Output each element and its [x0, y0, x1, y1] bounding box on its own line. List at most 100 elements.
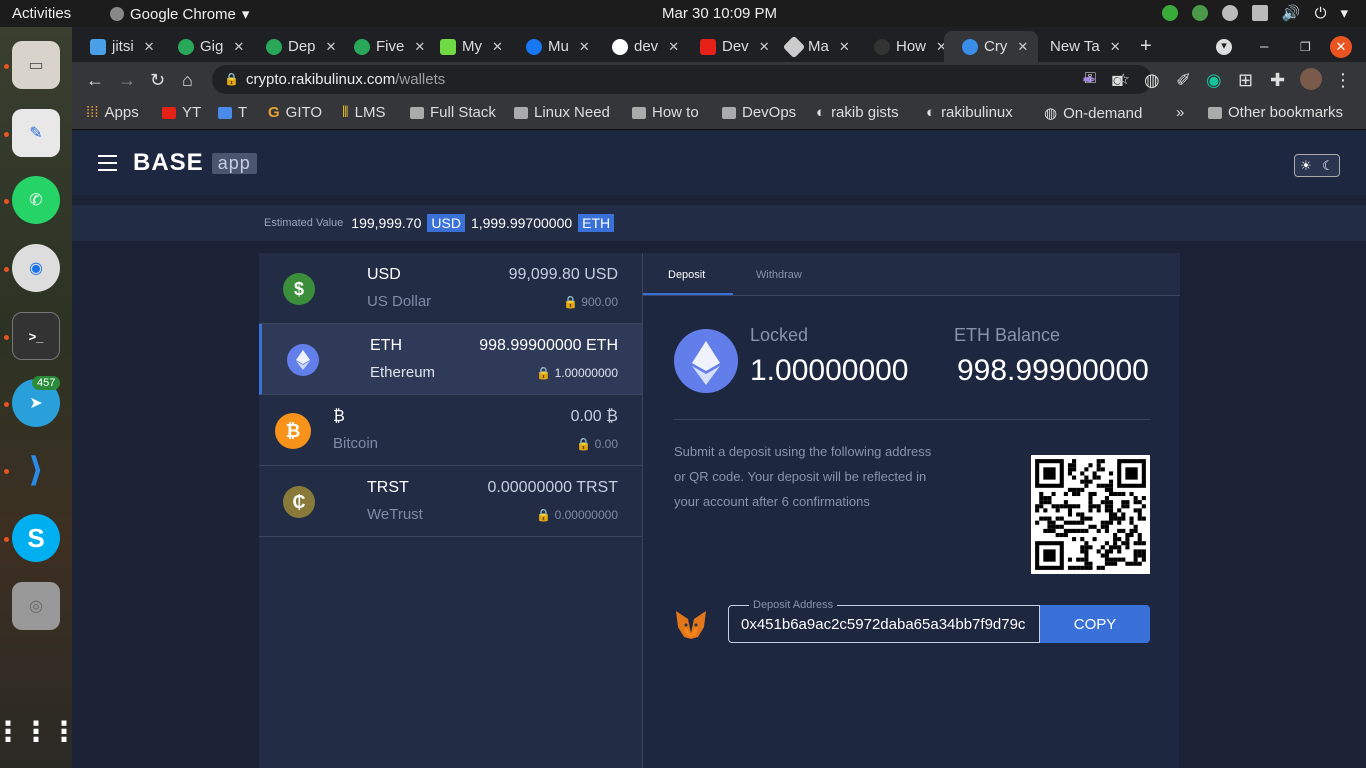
update-icon[interactable] [1161, 5, 1178, 21]
bookmark-how-to[interactable]: How to [632, 104, 699, 121]
close-icon[interactable]: ✕ [579, 39, 590, 55]
bookmark-on-demand[interactable]: ◍ On-demand [1044, 104, 1142, 123]
extensions-puzzle-icon[interactable]: ✚ [1270, 70, 1285, 91]
bookmark-gito[interactable]: G GITO [268, 104, 322, 121]
tab-my[interactable]: My ✕ [422, 31, 503, 62]
close-icon[interactable]: ✕ [492, 39, 503, 55]
hamburger-menu-icon[interactable] [98, 155, 117, 171]
bookmark-devops[interactable]: DevOps [722, 104, 796, 121]
copy-address-button[interactable]: COPY [1040, 605, 1150, 643]
maximize-button[interactable]: ❐ [1282, 31, 1311, 62]
bookmark-other[interactable]: Other bookmarks [1208, 104, 1343, 121]
brand-tag: app [211, 152, 257, 174]
profile-avatar[interactable] [1300, 68, 1322, 90]
telegram-badge: 457 [32, 376, 61, 390]
bookmark-rakibulinux[interactable]: ◐ rakibulinux [926, 104, 1013, 121]
extension-translate-icon[interactable]: ⊞ [1238, 70, 1253, 91]
tab-search-button[interactable]: ▾ [1198, 31, 1232, 62]
menu-dots-icon[interactable]: ⋮ [1334, 70, 1352, 91]
bookmark-apps[interactable]: ⁞⁞⁞ Apps [86, 104, 139, 121]
clock[interactable]: Mar 30 10:09 PM [662, 5, 777, 22]
bookmark-label: GITO [285, 104, 323, 121]
wallet-item-btc[interactable]: ₿ ₿ Bitcoin 0.00 ₿ 🔒 0.00 [259, 395, 642, 466]
tab-favicon [526, 38, 542, 55]
wallet-locked: 🔒 0.00000000 [536, 508, 618, 522]
tab-mu[interactable]: Mu ✕ [508, 31, 590, 62]
bookmark-lms[interactable]: ⦀ LMS [342, 104, 385, 121]
wallet-item-usd[interactable]: $ USD US Dollar 99,099.80 USD 🔒 900.00 [259, 253, 642, 324]
vscode-icon[interactable]: ⟩ [12, 446, 60, 494]
back-icon[interactable]: ← [86, 70, 104, 91]
tab-deposit[interactable]: Deposit [668, 269, 705, 281]
estimated-value-bar: Estimated Value 199,999.70 USD 1,999.997… [72, 205, 1366, 241]
extension-eyedropper-icon[interactable]: ✐ [1176, 70, 1191, 91]
bookmarks-overflow[interactable]: » [1176, 104, 1184, 121]
reload-icon[interactable]: ↻ [150, 70, 165, 91]
close-icon[interactable]: ✕ [326, 39, 337, 55]
tab-new[interactable]: New Ta ✕ [1032, 31, 1121, 62]
metamask-fox-icon[interactable] [674, 609, 708, 641]
address-bar[interactable]: 🔒 crypto.rakibulinux.com/wallets ⚿ ☆ [212, 65, 1152, 94]
new-tab-button[interactable]: + [1122, 31, 1152, 62]
close-icon[interactable]: ✕ [1110, 39, 1121, 55]
brand-logo[interactable]: BASE app [133, 149, 257, 177]
tab-five[interactable]: Five ✕ [336, 31, 425, 62]
home-icon[interactable]: ⌂ [182, 70, 193, 91]
power-icon[interactable]: ⏻ [1315, 5, 1327, 22]
running-indicator [4, 132, 9, 137]
tab-dev-google[interactable]: dev ✕ [594, 31, 679, 62]
close-icon[interactable]: ✕ [839, 39, 850, 55]
bookmark-linux-need[interactable]: Linux Need [514, 104, 610, 121]
tab-crypto[interactable]: Cry ✕ [944, 31, 1038, 62]
skype-icon[interactable]: S [12, 514, 60, 562]
wallet-item-eth[interactable]: ETH Ethereum 998.99900000 ETH 🔒 1.000000… [259, 324, 642, 395]
network-icon[interactable] [1251, 5, 1268, 21]
disc-icon[interactable]: ◎ [12, 582, 60, 630]
tab-withdraw[interactable]: Withdraw [756, 269, 802, 281]
tab-ma[interactable]: Ma ✕ [768, 31, 850, 62]
locked-label: Locked [750, 325, 809, 345]
extension-globe-icon[interactable]: ◍ [1144, 70, 1160, 91]
close-icon[interactable]: ✕ [144, 39, 155, 55]
tab-dev-youtube[interactable]: Dev ✕ [682, 31, 770, 62]
forward-icon[interactable]: → [118, 70, 136, 91]
shield-icon[interactable] [1191, 5, 1208, 21]
tab-how[interactable]: How ✕ [856, 31, 947, 62]
wallet-balance: 0.00000000 TRST [487, 479, 618, 496]
chrome-icon[interactable]: ◉ [12, 244, 60, 292]
tab-title: Dep [288, 38, 316, 55]
running-indicator [4, 469, 9, 474]
locked-value: 1.00000000 [750, 354, 909, 387]
app-menu[interactable]: Google Chrome ▾ [110, 5, 249, 23]
activities-button[interactable]: Activities [12, 5, 71, 22]
volume-icon[interactable]: 🔊 [1282, 4, 1301, 22]
whatsapp-icon[interactable]: ✆ [12, 176, 60, 224]
tab-gig[interactable]: Gig ✕ [160, 31, 244, 62]
tab-title: Dev [722, 38, 749, 55]
minimize-button[interactable]: – [1242, 31, 1268, 62]
close-icon[interactable]: ✕ [233, 39, 244, 55]
toolbar: ← → ↻ ⌂ 🔒 crypto.rakibulinux.com/wallets… [72, 62, 1366, 97]
bookmark-full-stack[interactable]: Full Stack [410, 104, 496, 121]
bookmark-t[interactable]: T [218, 104, 247, 121]
show-apps-icon[interactable]: ⋮⋮⋮ [0, 707, 78, 755]
close-window-button[interactable]: ✕ [1314, 31, 1352, 62]
system-tray[interactable]: 🔊 ⏻ ▾ [1161, 4, 1348, 22]
bookmark-rakib-gists[interactable]: ◐ rakib gists [816, 104, 899, 121]
wallet-item-trst[interactable]: ₵ TRST WeTrust 0.00000000 TRST 🔒 0.00000… [259, 466, 642, 537]
bitcoin-icon: ₿ [275, 413, 311, 449]
chevron-down-icon[interactable]: ▾ [1340, 4, 1348, 22]
bookmark-yt[interactable]: YT [162, 104, 201, 121]
tab-jitsi[interactable]: jitsi ✕ [72, 31, 155, 62]
user-tray-icon[interactable] [1221, 5, 1238, 21]
close-icon[interactable]: ✕ [1017, 39, 1028, 55]
theme-toggle[interactable]: ☀ ☾ [1294, 154, 1340, 177]
close-icon[interactable]: ✕ [668, 39, 679, 55]
text-editor-icon[interactable]: ✎ [12, 109, 60, 157]
extension-camera-icon[interactable]: ◙ [1112, 70, 1123, 91]
files-icon[interactable]: ▭ [12, 41, 60, 89]
terminal-icon[interactable]: >_ [12, 312, 60, 360]
extension-feather-icon[interactable]: ✒ [1082, 70, 1097, 91]
tab-dep[interactable]: Dep ✕ [248, 31, 336, 62]
extension-grammarly-icon[interactable]: ◉ [1206, 70, 1222, 91]
